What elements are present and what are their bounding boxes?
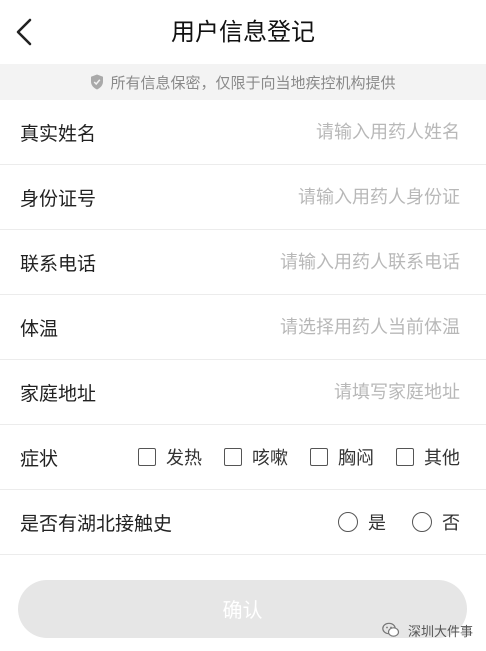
hubei-contact-options: 是 否	[172, 509, 460, 535]
symptom-label: 发热	[166, 448, 202, 469]
name-input[interactable]	[108, 112, 460, 152]
id-number-label: 身份证号	[20, 187, 97, 210]
symptoms-label: 症状	[20, 447, 59, 470]
symptom-label: 咳嗽	[252, 448, 288, 469]
registration-form: 真实姓名 身份证号 联系电话 体温 家庭地址 症状 发热 咳嗽	[0, 100, 486, 555]
privacy-notice-text: 所有信息保密，仅限于向当地疾控机构提供	[110, 73, 396, 92]
checkbox-icon	[310, 448, 328, 466]
row-name: 真实姓名	[0, 100, 486, 165]
row-address: 家庭地址	[0, 360, 486, 425]
symptom-other-checkbox[interactable]: 其他	[396, 444, 460, 470]
checkbox-icon	[396, 448, 414, 466]
row-temperature: 体温	[0, 295, 486, 360]
watermark-text: 深圳大件事	[408, 624, 474, 640]
temperature-label: 体温	[20, 317, 59, 340]
symptoms-options: 发热 咳嗽 胸闷 其他	[58, 444, 460, 470]
page-title: 用户信息登记	[171, 18, 315, 46]
radio-label: 是	[368, 513, 386, 534]
symptom-cough-checkbox[interactable]: 咳嗽	[224, 444, 288, 470]
radio-icon	[338, 512, 358, 532]
phone-label: 联系电话	[20, 252, 97, 275]
radio-icon	[412, 512, 432, 532]
row-hubei-contact: 是否有湖北接触史 是 否	[0, 490, 486, 555]
wechat-logo-icon	[382, 622, 400, 637]
hubei-contact-yes-radio[interactable]: 是	[338, 509, 386, 535]
hubei-contact-no-radio[interactable]: 否	[412, 509, 460, 535]
symptom-chest-tightness-checkbox[interactable]: 胸闷	[310, 444, 374, 470]
address-label: 家庭地址	[20, 382, 97, 405]
phone-input[interactable]	[108, 242, 460, 282]
privacy-notice: 所有信息保密，仅限于向当地疾控机构提供	[0, 64, 486, 100]
address-input[interactable]	[108, 372, 460, 412]
row-symptoms: 症状 发热 咳嗽 胸闷 其他	[0, 425, 486, 490]
checkbox-icon	[224, 448, 242, 466]
row-phone: 联系电话	[0, 230, 486, 295]
symptom-label: 其他	[424, 448, 460, 469]
symptom-fever-checkbox[interactable]: 发热	[138, 444, 202, 470]
shield-icon	[91, 74, 104, 90]
radio-label: 否	[442, 513, 460, 534]
name-label: 真实姓名	[20, 122, 97, 145]
id-number-input[interactable]	[108, 177, 460, 217]
watermark: 深圳大件事	[382, 619, 473, 641]
temperature-select[interactable]	[70, 307, 460, 347]
row-id-number: 身份证号	[0, 165, 486, 230]
header: 用户信息登记	[0, 0, 486, 64]
hubei-contact-label: 是否有湖北接触史	[20, 512, 173, 535]
symptom-label: 胸闷	[338, 448, 374, 469]
checkbox-icon	[138, 448, 156, 466]
